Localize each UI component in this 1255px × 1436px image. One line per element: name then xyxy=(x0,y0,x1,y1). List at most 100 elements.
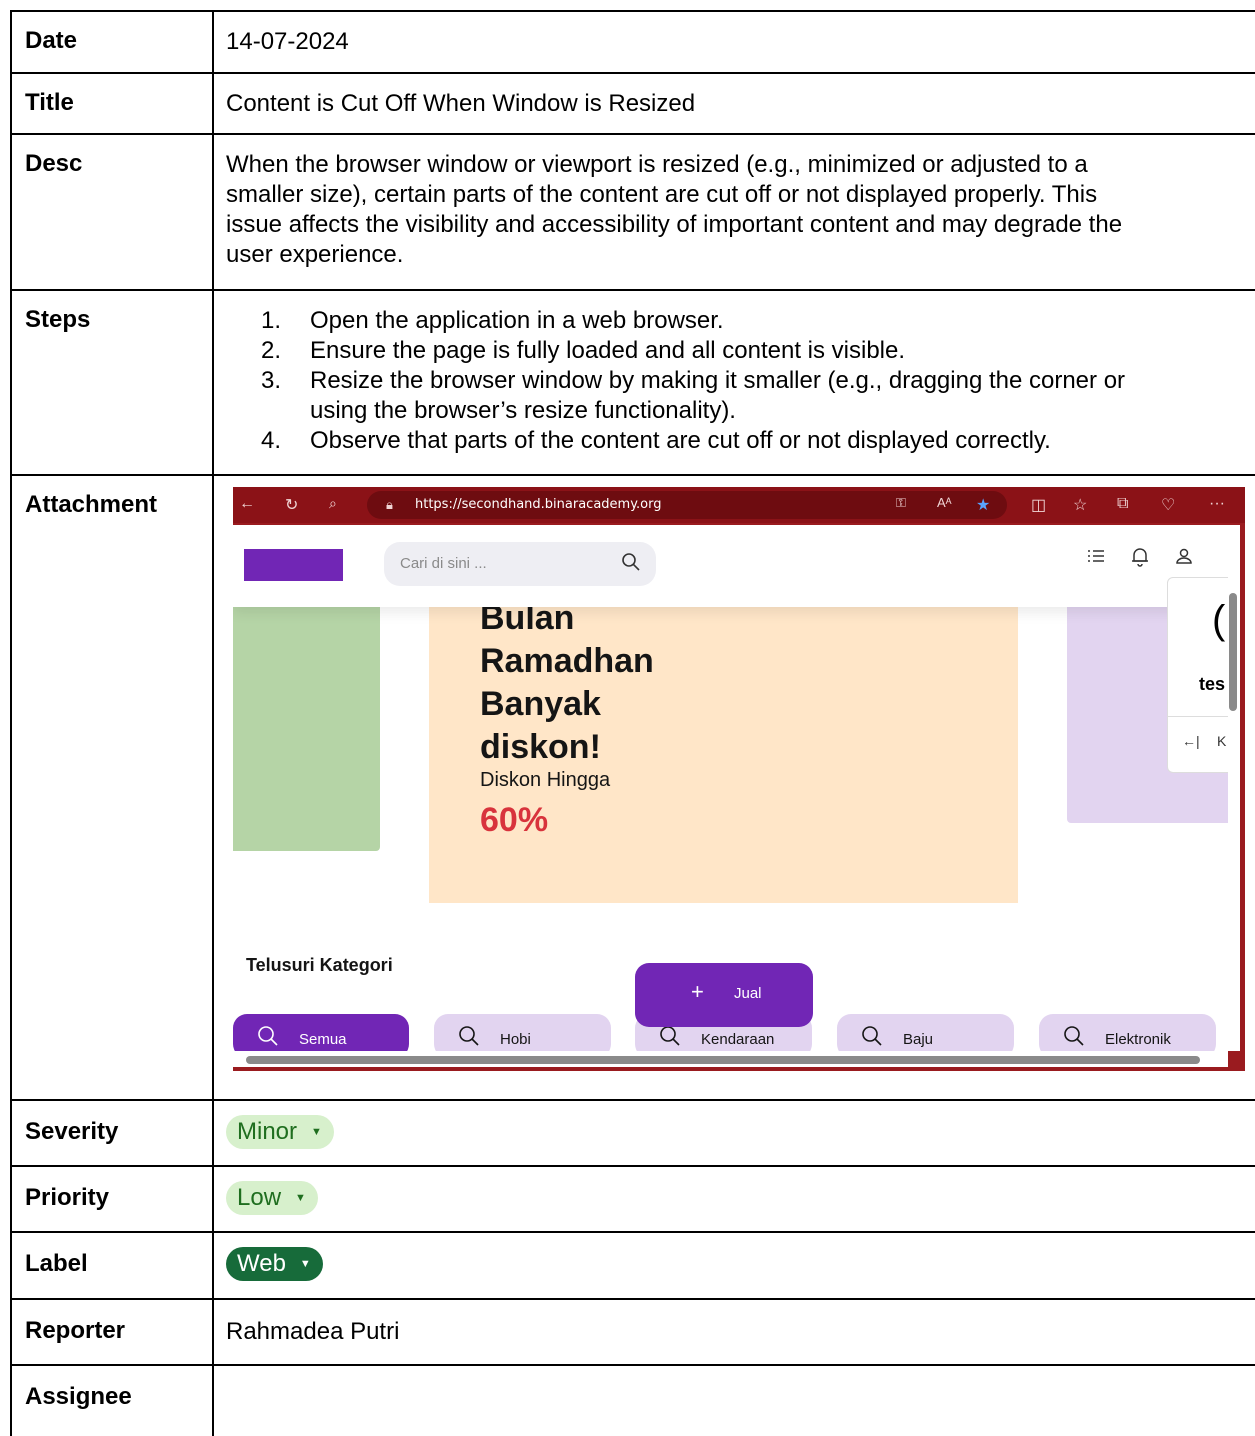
split-screen-icon[interactable]: ◫ xyxy=(1031,495,1046,515)
site-logo[interactable] xyxy=(244,549,343,581)
step-item: Resize the browser window by making it s… xyxy=(261,366,1126,424)
category-hobi[interactable]: Hobi xyxy=(434,1014,611,1051)
label-text: Web xyxy=(237,1250,286,1277)
desc-label: Desc xyxy=(10,135,214,289)
search-icon[interactable] xyxy=(621,552,641,572)
title-value: Content is Cut Off When Window is Resize… xyxy=(226,90,696,117)
label-dropdown[interactable]: Web ▼ xyxy=(226,1247,323,1281)
date-value: 14-07-2024 xyxy=(226,28,349,55)
priority-dropdown[interactable]: Low ▼ xyxy=(226,1181,318,1215)
banner-card-left[interactable] xyxy=(233,593,380,851)
desc-value: When the browser window or viewport is r… xyxy=(214,135,1255,289)
popup-text: tes xyxy=(1199,674,1226,694)
bell-icon[interactable] xyxy=(1129,545,1151,567)
promo-discount: 60% xyxy=(480,801,549,839)
row-desc: Desc When the browser window or viewport… xyxy=(10,133,1255,289)
label-label: Label xyxy=(10,1233,214,1298)
severity-label: Severity xyxy=(10,1101,214,1165)
heart-pulse-icon[interactable]: ♡ xyxy=(1161,495,1175,515)
list-icon[interactable] xyxy=(1085,545,1107,567)
chevron-down-icon: ▼ xyxy=(311,1126,322,1138)
search-icon xyxy=(862,1026,882,1046)
search-icon xyxy=(258,1026,278,1046)
browser-toolbar: ← ↻ ⌕ 🔒︎ https://secondhand.binaracademy… xyxy=(233,487,1245,523)
chevron-down-icon: ▼ xyxy=(299,1258,311,1270)
horizontal-scroll-thumb[interactable] xyxy=(246,1056,1200,1064)
refresh-icon[interactable]: ↻ xyxy=(285,495,298,515)
steps-value: Open the application in a web browser. E… xyxy=(214,291,1255,474)
desc-line: When the browser window or viewport is r… xyxy=(226,151,1088,178)
overlay-popup[interactable]: ( tes ←| K xyxy=(1167,577,1228,773)
priority-value: Low ▼ xyxy=(214,1167,1255,1231)
more-menu-icon[interactable]: ··· xyxy=(1209,495,1225,513)
label-value: Web ▼ xyxy=(214,1233,1255,1298)
category-baju[interactable]: Baju xyxy=(837,1014,1014,1051)
category-label: Baju xyxy=(903,1031,934,1048)
sell-button-label: Jual xyxy=(734,985,762,1002)
user-icon[interactable] xyxy=(1173,545,1195,567)
category-elektronik[interactable]: Elektronik xyxy=(1039,1014,1216,1051)
reporter-value: Rahmadea Putri xyxy=(226,1318,400,1345)
vertical-scroll-thumb[interactable] xyxy=(1229,593,1237,711)
category-label: Kendaraan xyxy=(701,1031,775,1048)
reporter-label: Reporter xyxy=(10,1300,214,1364)
read-aloud-icon[interactable]: Aᴬ xyxy=(937,495,952,510)
severity-text: Minor xyxy=(237,1118,298,1145)
category-label: Semua xyxy=(299,1031,347,1048)
promo-subtitle: Diskon Hingga xyxy=(480,769,611,791)
webpage-viewport: Cari di sini ... Bulan Ramadhan Banyak d… xyxy=(233,525,1228,1051)
popup-nav-icon[interactable]: ←| xyxy=(1182,733,1200,749)
back-arrow-icon[interactable]: ← xyxy=(239,495,255,513)
key-icon[interactable]: ⚿ xyxy=(896,495,906,511)
search-placeholder: Cari di sini ... xyxy=(400,555,487,572)
row-steps: Steps Open the application in a web brow… xyxy=(10,289,1255,474)
favorites-icon[interactable]: ☆ xyxy=(1073,495,1087,515)
row-priority: Priority Low ▼ xyxy=(10,1165,1255,1231)
chevron-down-icon: ▼ xyxy=(295,1192,306,1204)
sell-button[interactable]: + Jual xyxy=(635,963,813,1027)
url-text: https://secondhand.binaracademy.org xyxy=(415,497,662,512)
title-label: Title xyxy=(10,74,214,133)
search-icon xyxy=(1064,1026,1084,1046)
lock-icon: 🔒︎ xyxy=(386,497,393,512)
promo-heading: Bulan Ramadhan Banyak diskon! xyxy=(480,597,740,769)
step-item: Ensure the page is fully loaded and all … xyxy=(261,336,906,366)
date-label: Date xyxy=(10,12,214,72)
step-item: Observe that parts of the content are cu… xyxy=(261,426,1051,456)
steps-label: Steps xyxy=(10,291,214,474)
promo-heading-line: Banyak xyxy=(480,685,601,723)
category-label: Elektronik xyxy=(1105,1031,1171,1048)
attachment-screenshot: ← ↻ ⌕ 🔒︎ https://secondhand.binaracademy… xyxy=(233,487,1245,1071)
severity-value: Minor ▼ xyxy=(214,1101,1255,1165)
desc-line: user experience. xyxy=(226,241,404,268)
popup-k: K xyxy=(1217,733,1227,749)
promo-banner[interactable]: Bulan Ramadhan Banyak diskon! Diskon Hin… xyxy=(429,571,1018,903)
popup-divider xyxy=(1168,716,1228,717)
row-title: Title Content is Cut Off When Window is … xyxy=(10,72,1255,133)
search-icon xyxy=(459,1026,479,1046)
row-date: Date 14-07-2024 xyxy=(10,10,1255,72)
priority-label: Priority xyxy=(10,1167,214,1231)
row-reporter: Reporter Rahmadea Putri xyxy=(10,1298,1255,1364)
priority-text: Low xyxy=(237,1184,282,1211)
promo-heading-line: diskon! xyxy=(480,728,601,766)
steps-list: Open the application in a web browser. E… xyxy=(214,306,1255,456)
plus-icon: + xyxy=(691,979,704,1004)
category-label: Hobi xyxy=(500,1031,531,1048)
site-header: Cari di sini ... xyxy=(233,525,1228,607)
attachment-label: Attachment xyxy=(10,476,214,1099)
search-icon[interactable]: ⌕ xyxy=(329,495,337,512)
collections-icon[interactable]: ⧉ xyxy=(1117,495,1128,513)
row-severity: Severity Minor ▼ xyxy=(10,1099,1255,1165)
promo-heading-line: Ramadhan xyxy=(480,642,654,680)
assignee-value xyxy=(214,1366,1255,1436)
severity-dropdown[interactable]: Minor ▼ xyxy=(226,1115,334,1149)
search-input[interactable]: Cari di sini ... xyxy=(384,542,656,586)
desc-line: smaller size), certain parts of the cont… xyxy=(226,181,1098,208)
star-icon[interactable]: ★ xyxy=(976,495,990,515)
assignee-label: Assignee xyxy=(10,1366,214,1436)
category-all[interactable]: Semua xyxy=(233,1014,409,1051)
step-item: Open the application in a web browser. xyxy=(261,306,724,336)
desc-line: issue affects the visibility and accessi… xyxy=(226,211,1123,238)
popup-paren: ( xyxy=(1212,598,1226,642)
